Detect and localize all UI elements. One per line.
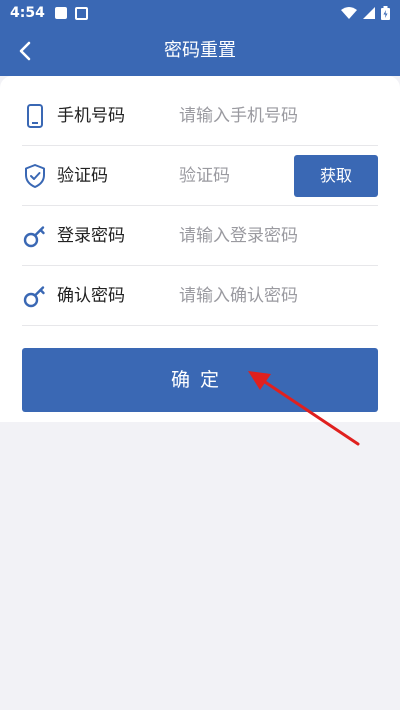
key-icon bbox=[23, 286, 45, 308]
a-notification-icon bbox=[74, 6, 88, 20]
phone-icon bbox=[27, 104, 43, 128]
phone-label: 手机号码 bbox=[57, 106, 125, 126]
confirm-password-row: 确认密码 请输入确认密码 bbox=[22, 266, 378, 326]
login-password-input[interactable]: 请输入登录密码 bbox=[179, 206, 298, 266]
shield-icon bbox=[25, 164, 45, 188]
confirm-password-input[interactable]: 请输入确认密码 bbox=[179, 266, 298, 326]
phone-input[interactable]: 请输入手机号码 bbox=[179, 86, 298, 146]
status-bar: 4:54 bbox=[0, 0, 400, 26]
get-code-button[interactable]: 获取 bbox=[294, 155, 378, 197]
code-label: 验证码 bbox=[57, 166, 108, 186]
page-title: 密码重置 bbox=[164, 40, 236, 61]
login-password-row: 登录密码 请输入登录密码 bbox=[22, 206, 378, 266]
app-bar: 密码重置 bbox=[0, 26, 400, 76]
battery-icon bbox=[381, 6, 390, 20]
wifi-icon bbox=[341, 7, 357, 19]
code-row: 验证码 验证码 获取 bbox=[22, 146, 378, 206]
phone-row: 手机号码 请输入手机号码 bbox=[22, 86, 378, 146]
image-notification-icon bbox=[54, 7, 67, 19]
status-icons bbox=[341, 6, 390, 20]
signal-icon bbox=[363, 7, 375, 19]
confirm-button[interactable]: 确定 bbox=[22, 348, 378, 412]
confirm-password-label: 确认密码 bbox=[57, 286, 125, 306]
status-time: 4:54 bbox=[10, 5, 45, 21]
code-input[interactable]: 验证码 bbox=[179, 146, 230, 206]
key-icon bbox=[23, 226, 45, 248]
login-password-label: 登录密码 bbox=[57, 226, 125, 246]
